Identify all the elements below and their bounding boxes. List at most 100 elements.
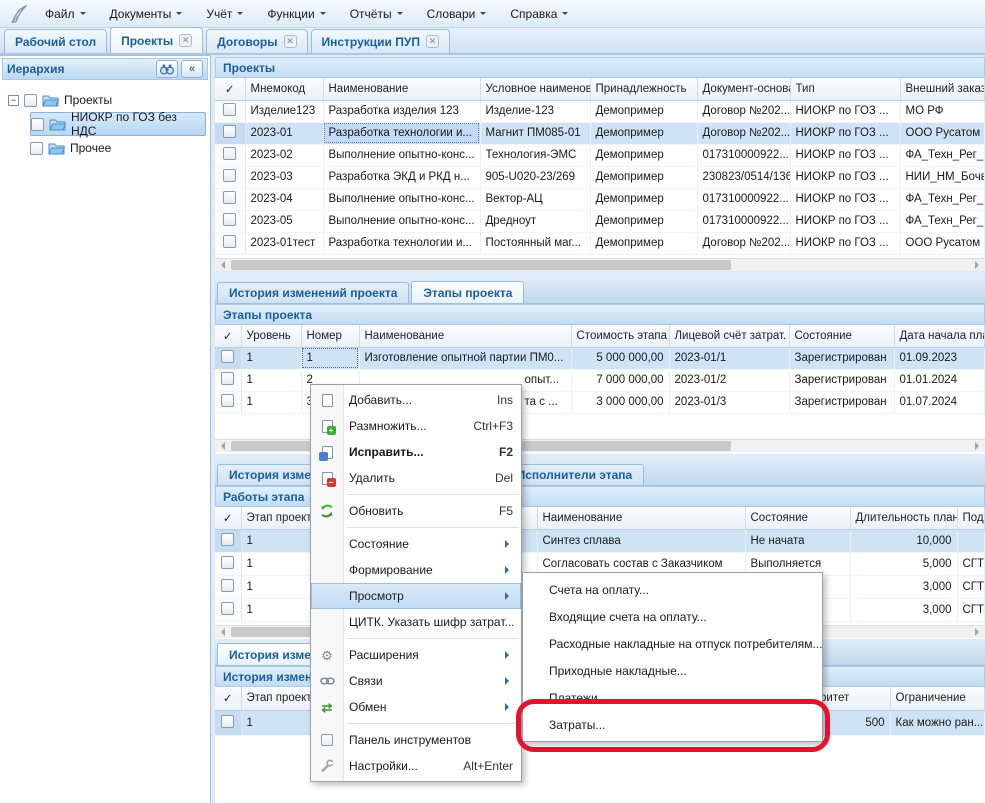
submenu-item-incoming-invoices[interactable]: Входящие счета на оплату...	[523, 603, 822, 630]
column-header[interactable]: Стоимость этапа	[571, 325, 669, 347]
menu-item-toolbar-toggle[interactable]: Панель инструментов	[311, 727, 521, 753]
tab-contracts[interactable]: Договоры✕	[206, 29, 307, 53]
column-header[interactable]: Подр	[957, 507, 985, 529]
column-header[interactable]: Номер	[301, 325, 359, 347]
tab-project-history[interactable]: История изменений проекта	[217, 282, 409, 303]
row-checkbox[interactable]	[221, 372, 234, 385]
tab-project-stages[interactable]: Этапы проекта	[411, 281, 524, 303]
column-header[interactable]: ✓	[215, 325, 241, 347]
column-header[interactable]: Ограничение	[890, 687, 985, 710]
menu-item-extensions[interactable]: ⚙Расширения	[311, 642, 521, 668]
tab-desktop[interactable]: Рабочий стол	[4, 29, 107, 53]
horizontal-scrollbar[interactable]	[215, 258, 985, 271]
row-checkbox[interactable]	[221, 715, 234, 728]
close-icon[interactable]: ✕	[179, 34, 192, 47]
column-header[interactable]: Длительность план	[850, 507, 957, 529]
table-row[interactable]: 2023-02Выполнение опытно-конс...Технолог…	[215, 144, 985, 166]
tab-projects[interactable]: Проекты✕	[110, 27, 203, 53]
close-icon[interactable]: ✕	[426, 35, 439, 48]
tree-checkbox[interactable]	[30, 142, 43, 155]
menu-item-add[interactable]: Добавить...Ins	[311, 387, 521, 413]
menu-functions[interactable]: Функции	[258, 3, 334, 25]
table-row[interactable]: 2023-04Выполнение опытно-конс...Вектор-А…	[215, 188, 985, 210]
column-header[interactable]: Состояние	[745, 507, 850, 529]
submenu-item-incoming-waybills[interactable]: Приходные накладные...	[523, 657, 822, 684]
tree-item-projects[interactable]: Проекты	[8, 88, 206, 112]
row-checkbox[interactable]	[223, 235, 236, 248]
table-row[interactable]: 2023-05Выполнение опытно-конс...Дредноут…	[215, 210, 985, 232]
row-checkbox[interactable]	[221, 394, 234, 407]
column-header[interactable]: Принадлежность	[590, 78, 697, 100]
row-checkbox[interactable]	[223, 103, 236, 116]
menu-item-forming[interactable]: Формирование	[311, 557, 521, 583]
menu-item-state[interactable]: Состояние	[311, 531, 521, 557]
menu-file[interactable]: Файл	[36, 3, 95, 25]
tree-checkbox[interactable]	[31, 118, 44, 131]
column-header[interactable]: Состояние	[789, 325, 894, 347]
row-checkbox[interactable]	[221, 556, 234, 569]
table-row[interactable]: 2023-01Разработка технологии и...Магнит …	[215, 122, 985, 144]
scrollbar-thumb[interactable]	[231, 260, 731, 270]
scroll-right-arrow[interactable]	[971, 440, 985, 452]
menu-reports[interactable]: Отчёты	[341, 3, 412, 25]
row-checkbox[interactable]	[223, 191, 236, 204]
menu-item-citk-cost-code[interactable]: ЦИТК. Указать шифр затрат...	[311, 609, 521, 635]
submenu-item-outgoing-waybills[interactable]: Расходные накладные на отпуск потребител…	[523, 630, 822, 657]
menu-help[interactable]: Справка	[501, 3, 577, 25]
submenu-item-invoices[interactable]: Счета на оплату...	[523, 576, 822, 603]
collapse-expander-icon[interactable]	[8, 95, 19, 106]
menu-dictionaries[interactable]: Словари	[418, 3, 496, 25]
scroll-left-arrow[interactable]	[215, 626, 229, 638]
collapse-sidebar-button[interactable]: «	[181, 60, 203, 78]
menu-item-view[interactable]: Просмотр	[311, 583, 521, 609]
menu-documents[interactable]: Документы	[101, 3, 192, 25]
menu-item-duplicate[interactable]: Размножить...Ctrl+F3	[311, 413, 521, 439]
column-header[interactable]: Лицевой счёт затрат.	[669, 325, 789, 347]
menu-item-links[interactable]: Связи	[311, 668, 521, 694]
column-header[interactable]: Документ-основан	[697, 78, 790, 100]
tree-item-niokr[interactable]: НИОКР по ГОЗ без НДС	[30, 112, 206, 136]
column-header[interactable]: Тип	[790, 78, 900, 100]
row-checkbox[interactable]	[221, 350, 234, 363]
column-header[interactable]: ✓	[215, 687, 241, 710]
column-header[interactable]: Наименование	[323, 78, 480, 100]
column-header[interactable]: Дата начала план	[894, 325, 985, 347]
row-checkbox[interactable]	[223, 213, 236, 226]
column-header[interactable]: Мнемокод	[245, 78, 323, 100]
table-row[interactable]: 2023-01тестРазработка технологии и...Пос…	[215, 232, 985, 254]
menu-item-refresh[interactable]: ОбновитьF5	[311, 498, 521, 524]
row-checkbox[interactable]	[223, 147, 236, 160]
column-header[interactable]: Внешний заказчик	[900, 78, 985, 100]
row-checkbox[interactable]	[223, 169, 236, 182]
row-checkbox[interactable]	[223, 125, 236, 138]
tree-item-other[interactable]: Прочее	[30, 136, 206, 160]
column-header[interactable]: ✓	[215, 507, 241, 529]
column-header[interactable]: Наименование	[537, 507, 745, 529]
scroll-right-arrow[interactable]	[971, 626, 985, 638]
tab-stage-executors[interactable]: Исполнители этапа	[505, 464, 645, 485]
column-header[interactable]: ✓	[215, 78, 245, 100]
column-header[interactable]: Уровень	[241, 325, 301, 347]
scroll-right-arrow[interactable]	[971, 259, 985, 271]
row-checkbox[interactable]	[221, 533, 234, 546]
submenu-item-payments[interactable]: Платежи...	[523, 684, 822, 711]
menu-item-delete[interactable]: УдалитьDel	[311, 465, 521, 491]
find-button[interactable]	[156, 60, 178, 78]
submenu-item-costs[interactable]: Затраты...	[523, 711, 822, 738]
column-header[interactable]: Условное наименова	[480, 78, 590, 100]
tree-checkbox[interactable]	[24, 94, 37, 107]
close-icon[interactable]: ✕	[284, 35, 297, 48]
column-header[interactable]: Наименование	[359, 325, 571, 347]
table-row[interactable]: Изделие123Разработка изделия 123Изделие-…	[215, 100, 985, 122]
table-row[interactable]: 2023-03Разработка ЭКД и РКД н...905-U020…	[215, 166, 985, 188]
row-checkbox[interactable]	[221, 579, 234, 592]
scroll-left-arrow[interactable]	[215, 259, 229, 271]
tab-instructions[interactable]: Инструкции ПУП✕	[311, 29, 450, 53]
menu-accounting[interactable]: Учёт	[197, 3, 252, 25]
menu-item-edit[interactable]: Исправить...F2	[311, 439, 521, 465]
scroll-left-arrow[interactable]	[215, 440, 229, 452]
menu-item-settings[interactable]: Настройки...Alt+Enter	[311, 753, 521, 779]
table-row[interactable]: 11Изготовление опытной партии ПМ0...5 00…	[215, 347, 985, 369]
row-checkbox[interactable]	[221, 602, 234, 615]
menu-item-exchange[interactable]: ⇄Обмен	[311, 694, 521, 720]
